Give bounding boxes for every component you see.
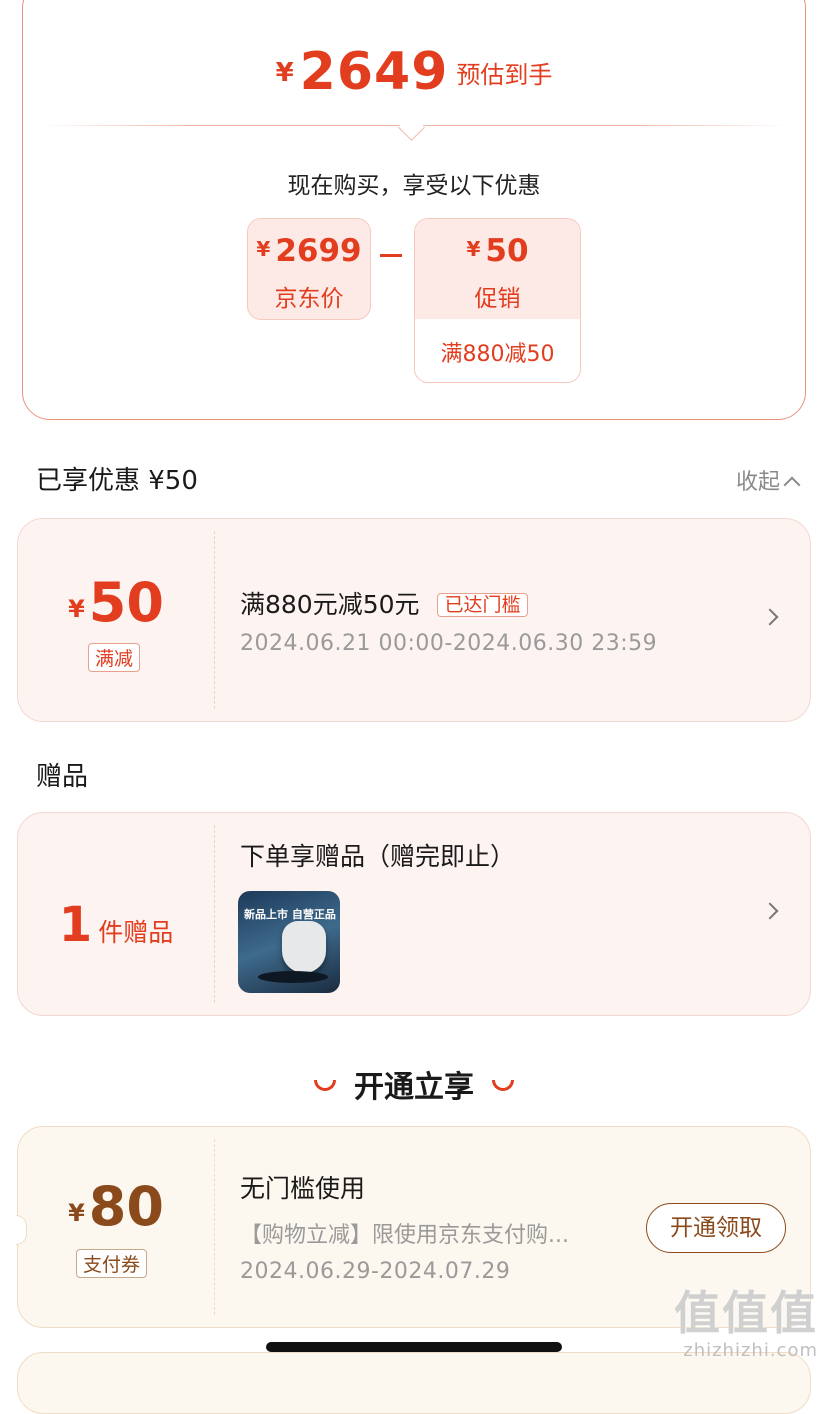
jd-price-value: 2699 <box>275 233 362 269</box>
card-divider <box>214 531 215 709</box>
watermark-logo: 值值值 <box>674 1286 818 1340</box>
gift-count-unit: 件赠品 <box>98 918 174 947</box>
card-divider <box>214 1139 215 1315</box>
discount-coupon-card[interactable]: ¥50 满减 满880元减50元 已达门槛 2024.06.21 00:00-2… <box>17 518 811 722</box>
currency-symbol: ¥ <box>466 237 481 261</box>
gift-earbuds-image: 新品上市 自营正品 <box>238 891 340 993</box>
activate-claim-button[interactable]: 开通领取 <box>646 1203 786 1253</box>
currency-symbol: ¥ <box>275 58 294 88</box>
promo-box: ¥50 促销 满880减50 <box>414 218 581 383</box>
home-indicator[interactable] <box>266 1342 562 1352</box>
collapse-label: 收起 <box>735 470 780 495</box>
currency-symbol: ¥ <box>256 237 271 261</box>
summary-subtitle: 现在购买，享受以下优惠 <box>287 173 541 199</box>
pay-coupon-title: 无门槛使用 <box>240 1174 366 1203</box>
gift-count-value: 1 <box>58 897 93 953</box>
jd-price-box: ¥2699 京东价 <box>247 218 371 320</box>
open-section-title: 开通立享 <box>354 1070 474 1105</box>
watermark: 值值值 zhizhizhi.com <box>674 1286 818 1361</box>
promo-label: 促销 <box>474 286 521 312</box>
coupon-title-text: 满880元减50元 <box>240 590 420 619</box>
gift-count: 1 件赠品 <box>18 897 214 953</box>
pay-coupon-description: 【购物立减】限使用京东支付购... <box>240 1223 569 1248</box>
chevron-right-icon <box>761 902 779 920</box>
chevron-right-icon <box>761 608 779 626</box>
smile-decoration-icon <box>492 1080 514 1091</box>
chevron-up-icon <box>783 476 801 494</box>
pay-coupon-amount-value: 80 <box>88 1175 164 1238</box>
watermark-url: zhizhizhi.com <box>683 1340 818 1361</box>
estimated-price: ¥2649 预估到手 <box>0 42 828 102</box>
gift-image-text: 新品上市 自营正品 <box>244 908 336 921</box>
open-section-header: 开通立享 <box>0 1062 828 1106</box>
minus-sign <box>380 254 402 257</box>
promo-value: 50 <box>485 233 529 269</box>
coupon-title: 满880元减50元 已达门槛 <box>240 585 528 621</box>
pay-coupon-validity-date: 2024.06.29-2024.07.29 <box>240 1259 511 1284</box>
coupon-validity-date: 2024.06.21 00:00-2024.06.30 23:59 <box>240 631 658 656</box>
coupon-amount-value: 50 <box>88 571 164 634</box>
currency-symbol: ¥ <box>68 1199 85 1227</box>
estimated-price-label: 预估到手 <box>456 61 553 89</box>
gift-card-title: 下单享赠品（赠完即止） <box>240 842 516 871</box>
pay-coupon-type-tag: 支付券 <box>76 1249 148 1278</box>
coupon-type-tag: 满减 <box>88 643 141 672</box>
threshold-badge: 已达门槛 <box>437 593 528 617</box>
card-divider <box>214 825 215 1003</box>
currency-symbol: ¥ <box>68 595 85 623</box>
gift-card[interactable]: 1 件赠品 下单享赠品（赠完即止） 新品上市 自营正品 <box>17 812 811 1016</box>
enjoyed-discount-title: 已享优惠 ¥50 <box>36 466 198 496</box>
jd-price-label: 京东价 <box>274 286 344 312</box>
next-coupon-card <box>17 1352 811 1414</box>
coupon-amount: ¥50 <box>18 571 214 634</box>
pay-coupon-amount: ¥80 <box>18 1175 214 1238</box>
smile-decoration-icon <box>314 1080 336 1091</box>
gift-section-title: 赠品 <box>36 762 89 792</box>
promo-note: 满880减50 <box>440 342 555 367</box>
collapse-button[interactable]: 收起 <box>735 464 801 496</box>
estimated-price-value: 2649 <box>299 42 449 102</box>
